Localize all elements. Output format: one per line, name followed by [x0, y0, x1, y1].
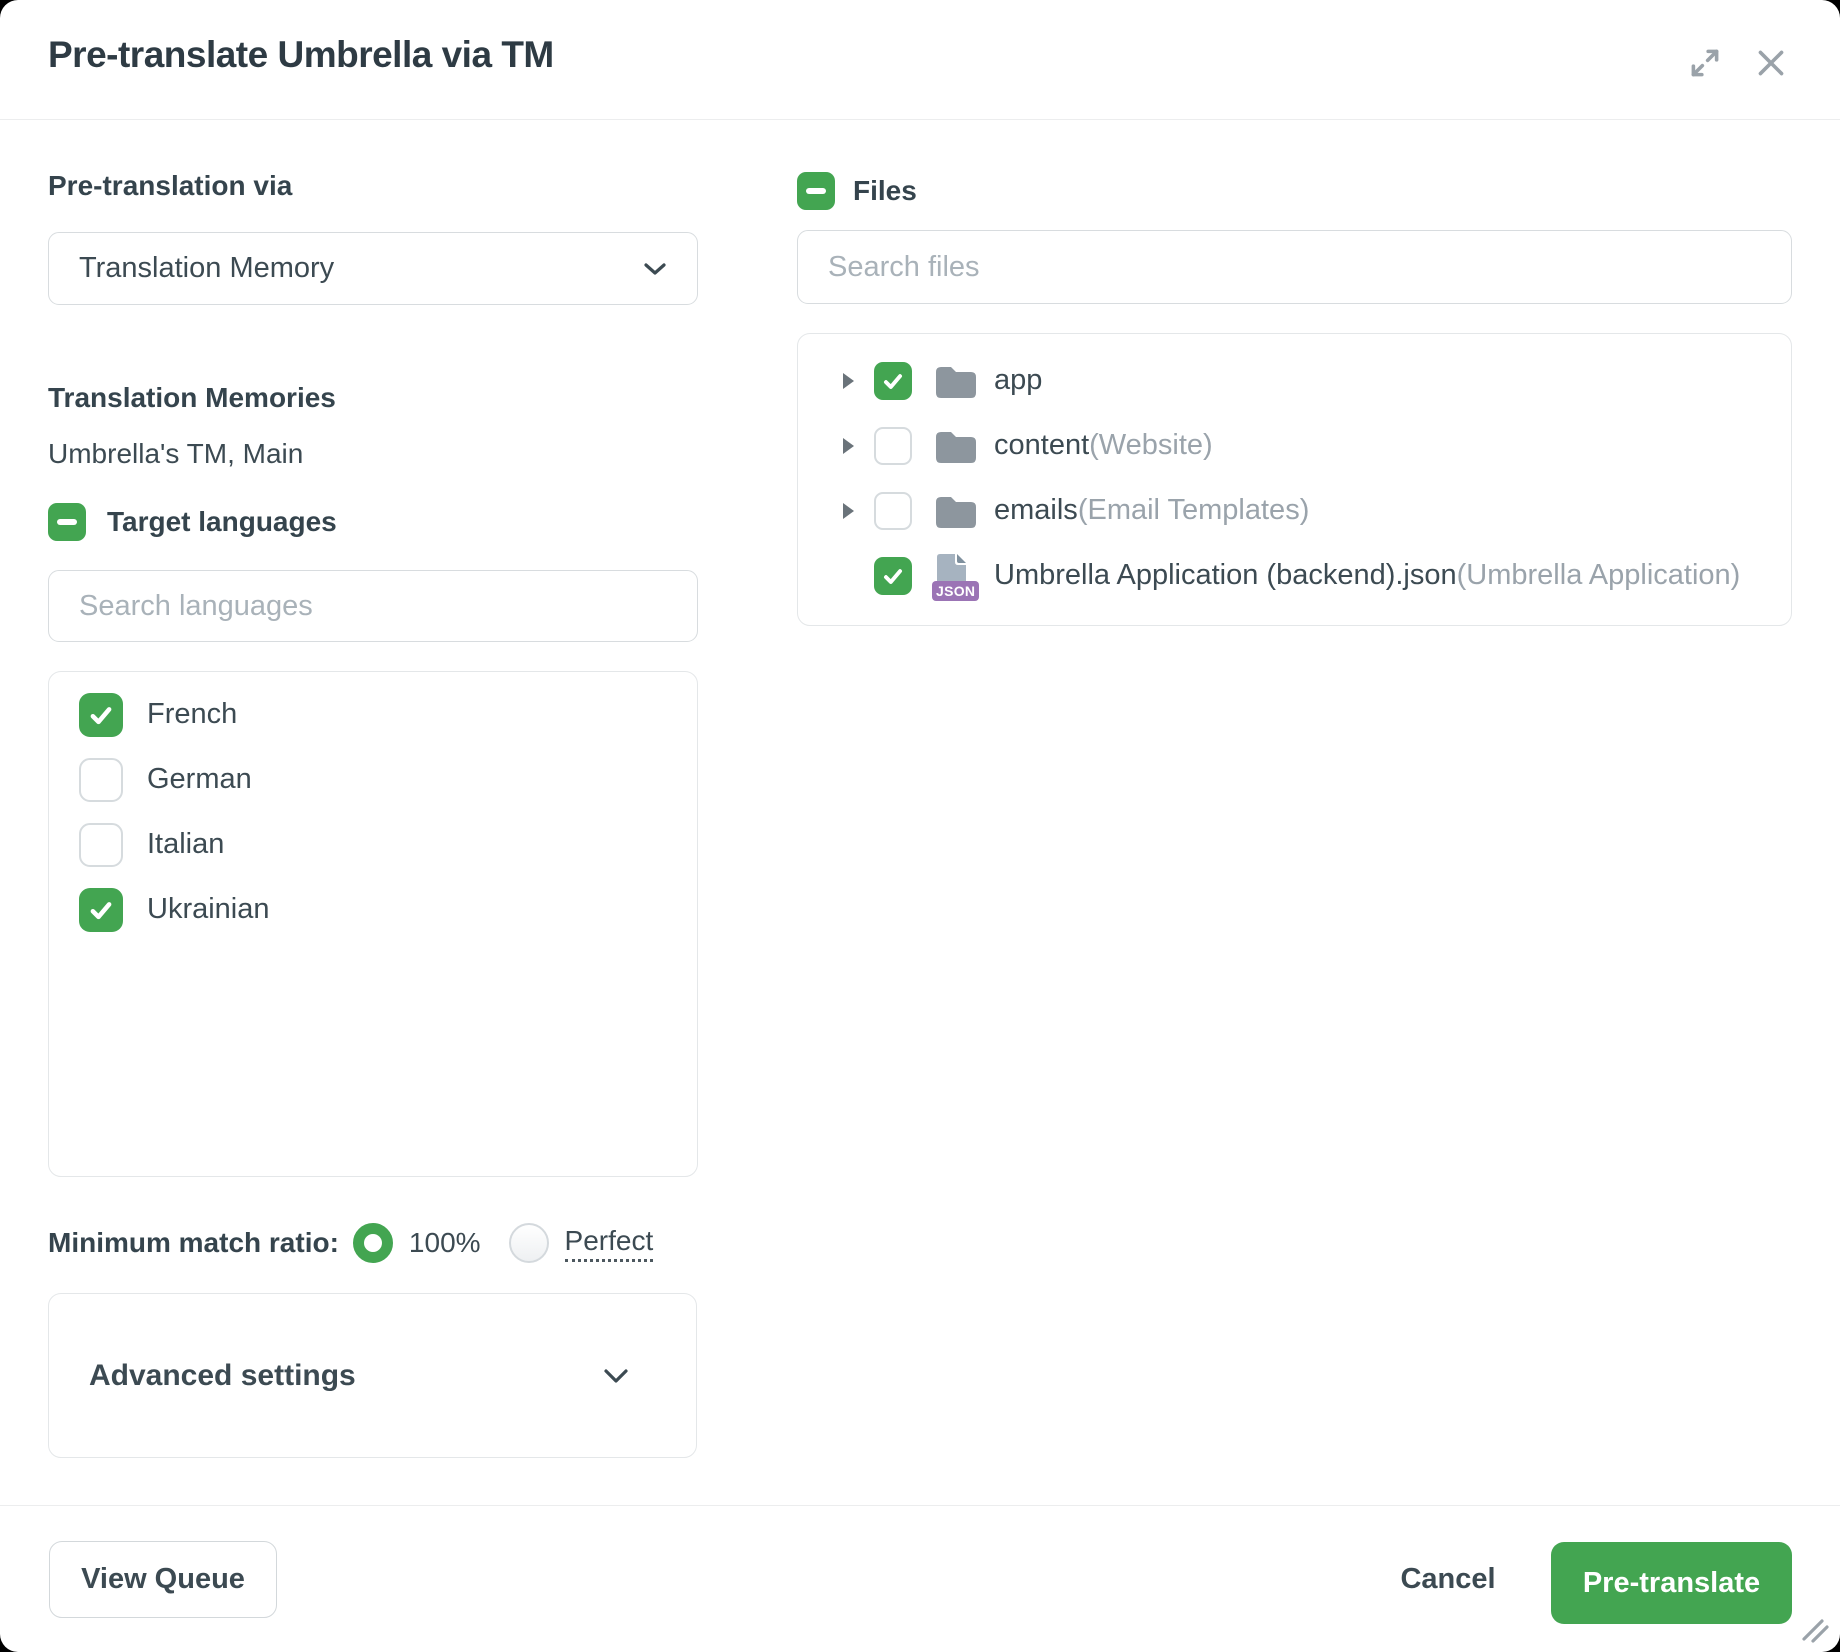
caret-right-icon[interactable] — [843, 438, 854, 454]
pretranslation-method-select[interactable]: Translation Memory — [48, 232, 698, 305]
tree-row: emails(Email Templates) — [798, 478, 1791, 543]
target-languages-checkbox[interactable] — [48, 503, 86, 541]
tree-node-annotation: (Email Templates) — [1078, 494, 1310, 526]
tree-node-label[interactable]: Umbrella Application (backend).json(Umbr… — [994, 559, 1740, 592]
dialog-title: Pre-translate Umbrella via TM — [48, 34, 554, 76]
file-search-field — [797, 230, 1792, 304]
footer-separator — [0, 1505, 1840, 1506]
tree-node-checkbox[interactable] — [874, 492, 912, 530]
tree-node-name: content — [994, 429, 1089, 461]
files-checkbox[interactable] — [797, 172, 835, 210]
advanced-settings-label: Advanced settings — [89, 1359, 356, 1393]
language-row: Ukrainian — [79, 877, 697, 942]
tree-node-annotation: (Umbrella Application) — [1457, 559, 1741, 591]
tree-node-checkbox[interactable] — [874, 557, 912, 595]
language-checkbox[interactable] — [79, 888, 123, 932]
caret-cell — [838, 503, 858, 519]
caret-cell — [838, 373, 858, 389]
tree-node-label[interactable]: app — [994, 364, 1042, 397]
language-row: French — [79, 682, 697, 747]
expand-icon[interactable] — [1686, 44, 1724, 82]
tree-node-name: Umbrella Application (backend).json — [994, 559, 1457, 591]
pretranslate-dialog: Pre-translate Umbrella via TM Pre-transl… — [0, 0, 1840, 1652]
file-search-input[interactable] — [798, 231, 1791, 303]
match-ratio-perfect-radio[interactable] — [509, 1223, 549, 1263]
caret-right-icon[interactable] — [843, 503, 854, 519]
files-row: Files — [797, 172, 917, 210]
language-label[interactable]: French — [147, 698, 237, 731]
minimum-match-ratio-row: Minimum match ratio: 100% Perfect — [48, 1221, 653, 1265]
language-label[interactable]: Italian — [147, 828, 224, 861]
folder-icon — [934, 488, 978, 534]
minimum-match-ratio-label: Minimum match ratio: — [48, 1227, 339, 1259]
header-icons — [1686, 44, 1790, 82]
advanced-settings-toggle[interactable]: Advanced settings — [48, 1293, 697, 1458]
tree-row: JSON Umbrella Application (backend).json(… — [798, 543, 1791, 608]
match-ratio-perfect-label[interactable]: Perfect — [565, 1225, 654, 1262]
json-file-icon: JSON — [934, 553, 978, 599]
target-languages-label: Target languages — [107, 506, 337, 538]
tree-row: content(Website) — [798, 413, 1791, 478]
tree-node-label[interactable]: emails(Email Templates) — [994, 494, 1309, 527]
tree-row: app — [798, 348, 1791, 413]
chevron-down-icon — [602, 1368, 630, 1384]
pretranslation-via-label: Pre-translation via — [48, 170, 292, 202]
pretranslate-button[interactable]: Pre-translate — [1551, 1542, 1792, 1624]
target-languages-row: Target languages — [48, 503, 337, 541]
language-search-field — [48, 570, 698, 642]
language-label[interactable]: German — [147, 763, 252, 796]
language-list: French German Italian Ukrainian — [48, 671, 698, 1177]
translation-memories-value: Umbrella's TM, Main — [48, 438, 303, 470]
tree-node-annotation: (Website) — [1089, 429, 1213, 461]
tree-node-checkbox[interactable] — [874, 427, 912, 465]
tree-node-checkbox[interactable] — [874, 362, 912, 400]
match-ratio-100-radio[interactable] — [353, 1223, 393, 1263]
dialog-header: Pre-translate Umbrella via TM — [0, 0, 1840, 120]
tree-node-label[interactable]: content(Website) — [994, 429, 1213, 462]
json-badge: JSON — [932, 581, 979, 601]
language-label[interactable]: Ukrainian — [147, 893, 270, 926]
language-checkbox[interactable] — [79, 823, 123, 867]
tree-node-name: app — [994, 364, 1042, 396]
language-row: German — [79, 747, 697, 812]
close-icon[interactable] — [1752, 44, 1790, 82]
folder-icon — [934, 358, 978, 404]
view-queue-button[interactable]: View Queue — [49, 1541, 277, 1618]
file-tree: app content(Website) emails(Email Templa… — [797, 333, 1792, 626]
language-checkbox[interactable] — [79, 693, 123, 737]
language-checkbox[interactable] — [79, 758, 123, 802]
cancel-button[interactable]: Cancel — [1378, 1541, 1518, 1618]
pretranslation-method-value: Translation Memory — [79, 252, 334, 285]
chevron-down-icon — [643, 262, 667, 276]
resize-handle-icon[interactable] — [1796, 1612, 1832, 1648]
files-label: Files — [853, 175, 917, 207]
match-ratio-100-label[interactable]: 100% — [409, 1227, 481, 1259]
language-search-input[interactable] — [49, 571, 697, 641]
language-row: Italian — [79, 812, 697, 877]
folder-icon — [934, 423, 978, 469]
caret-cell — [838, 438, 858, 454]
tree-node-name: emails — [994, 494, 1078, 526]
caret-cell — [838, 568, 858, 584]
translation-memories-label: Translation Memories — [48, 382, 336, 414]
caret-right-icon[interactable] — [843, 373, 854, 389]
